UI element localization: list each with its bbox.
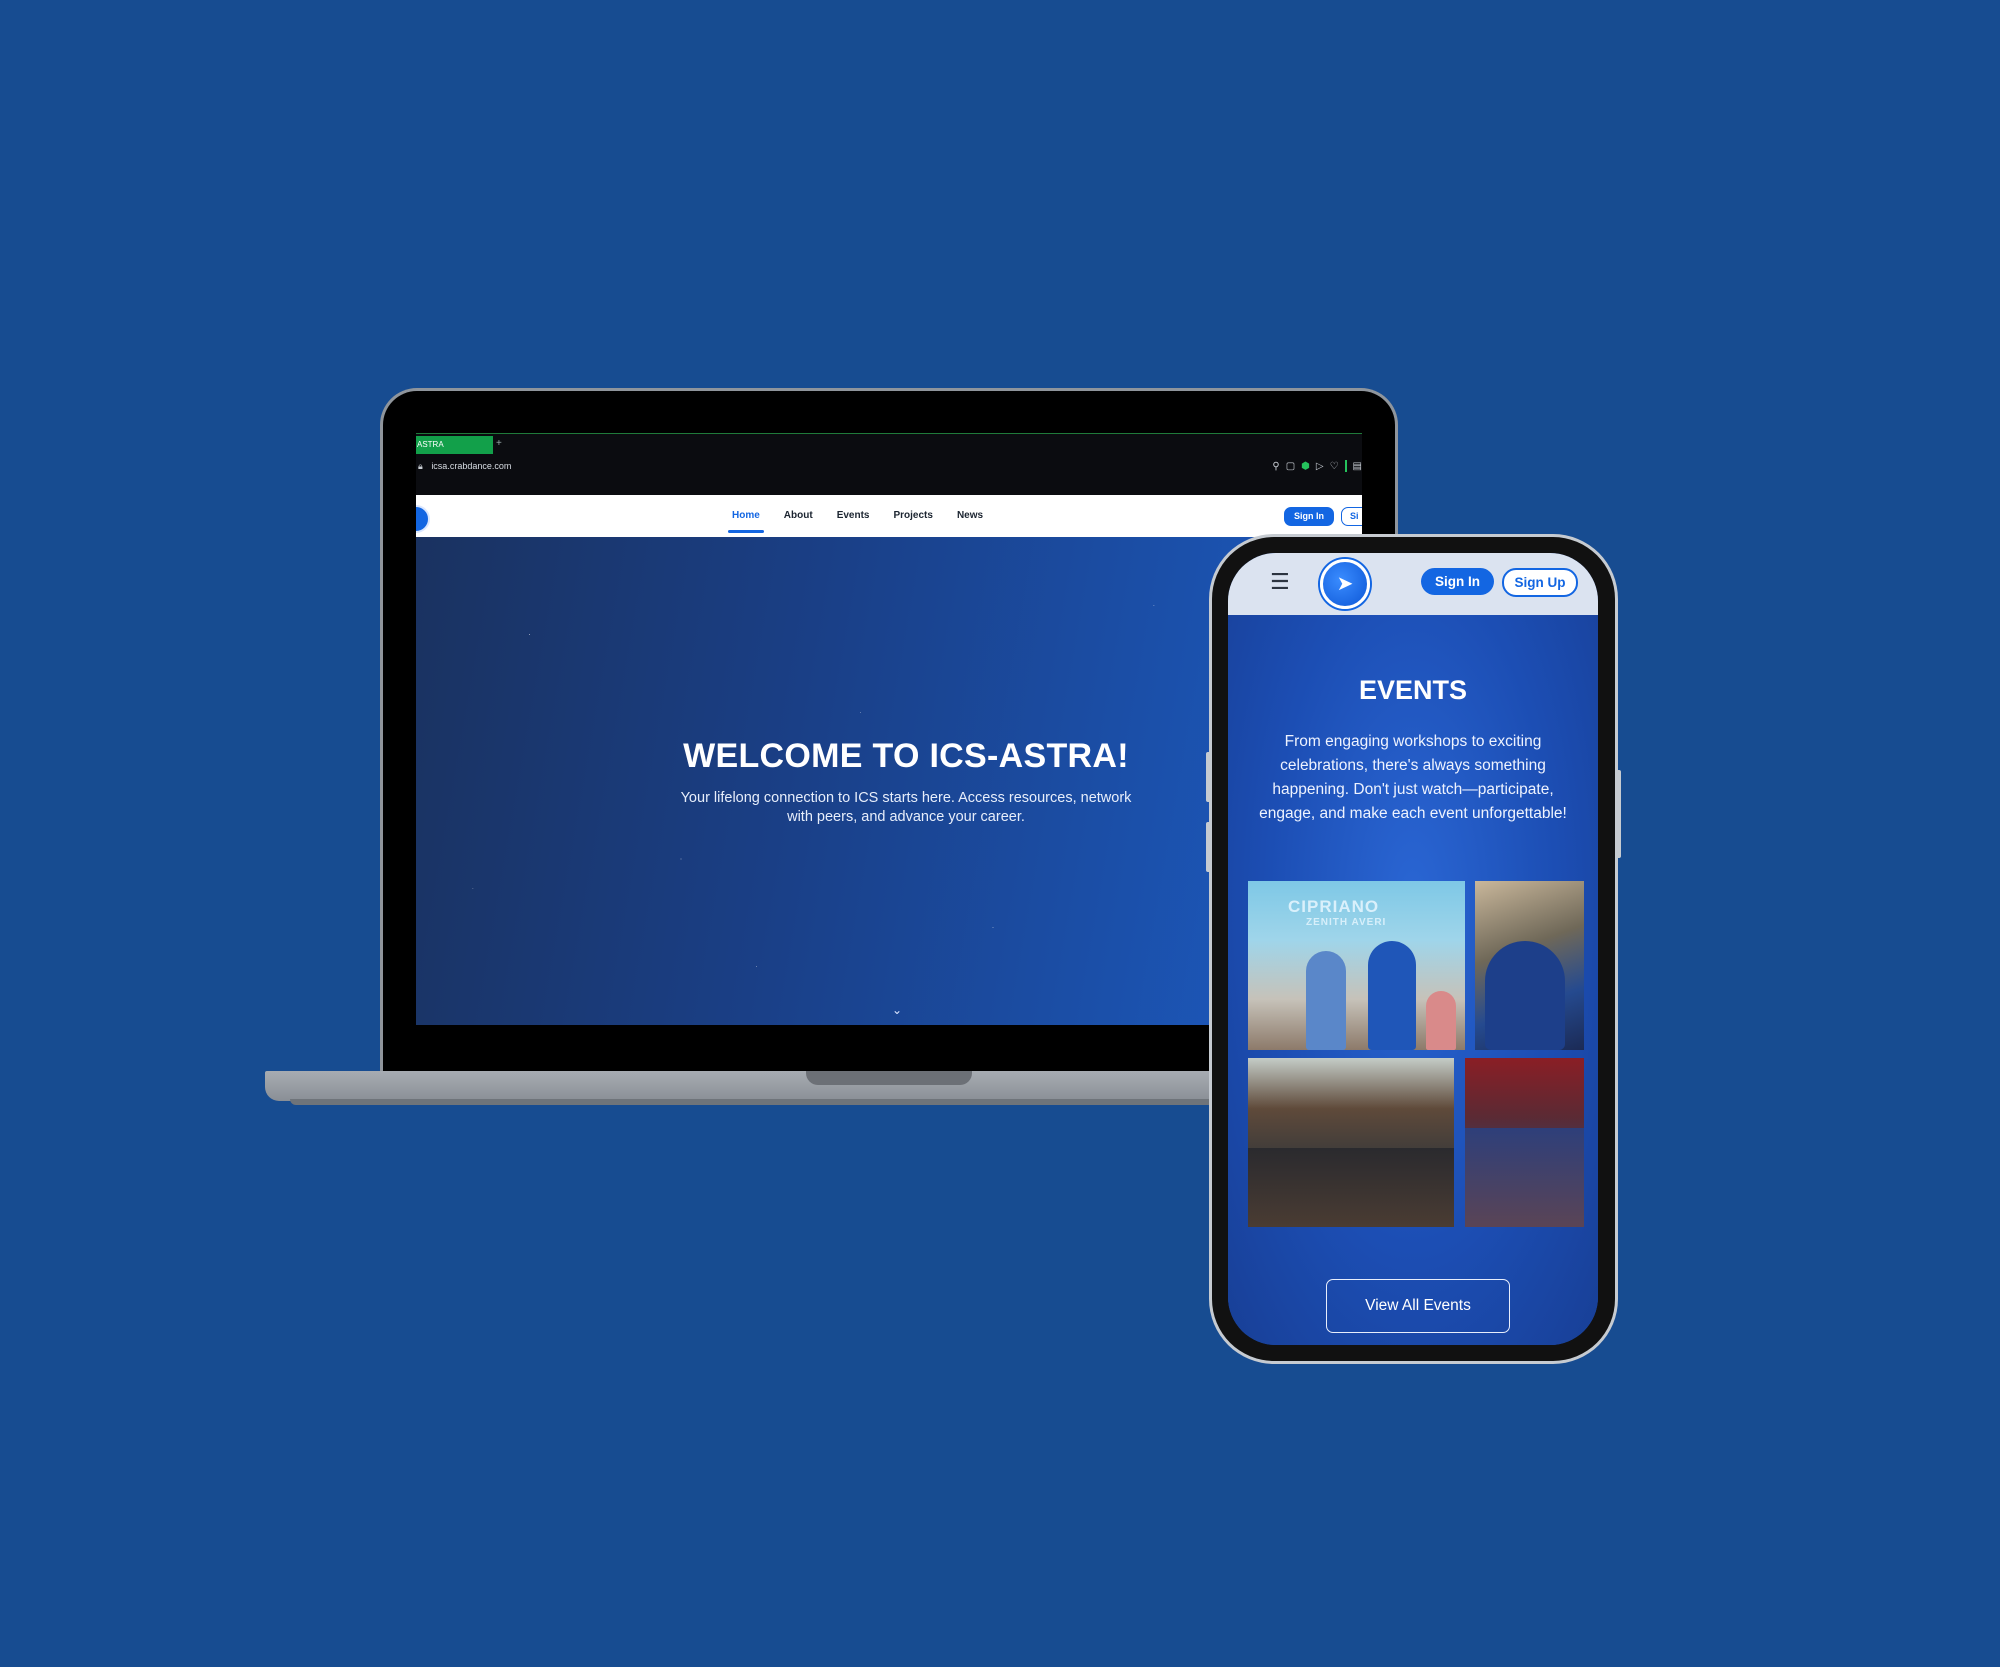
nav-about[interactable]: About [772,495,825,537]
browser-tab[interactable]: ASTRA [416,436,493,454]
url-text: icsa.crabdance.com [431,461,512,471]
events-description-line: From engaging workshops to exciting [1284,733,1542,750]
event-photo[interactable]: CIPRIANO ZENITH AVERI [1248,881,1465,1050]
hero-subtitle-line: with peers, and advance your career. [787,809,1025,825]
play-icon[interactable]: ▷ [1316,461,1324,472]
hero-subtitle-line: Your lifelong connection to ICS starts h… [680,790,1132,806]
event-photo[interactable] [1465,1058,1584,1227]
events-section: EVENTS From engaging workshops to exciti… [1228,615,1598,1345]
nav-home[interactable]: Home [720,495,772,537]
events-description-line: engage, and make each event unforgettabl… [1259,805,1567,822]
photo-crowd [1465,1128,1584,1227]
view-all-events-button[interactable]: View All Events [1326,1279,1510,1333]
chevron-down-icon[interactable]: ⌄ [892,1003,902,1017]
phone-volume-button [1206,752,1211,802]
logo-icon[interactable] [416,505,430,533]
square-icon[interactable]: ▢ [1286,461,1295,472]
browser-extension-icons: ⚲ ▢ ⬢ ▷ ♡ ▤ [1272,458,1362,474]
plus-icon[interactable]: + [496,438,502,449]
nav-projects[interactable]: Projects [881,495,944,537]
events-description-line: celebrations, there's always something [1280,757,1546,774]
hamburger-icon[interactable]: ☰ [1270,571,1290,593]
photo-person [1368,941,1416,1050]
rocket-icon[interactable]: ➤ [1320,559,1370,609]
heart-icon[interactable]: ♡ [1330,461,1339,472]
nav-news[interactable]: News [945,495,995,537]
lock-icon: 🔒︎ [418,461,423,471]
signin-button[interactable]: Sign In [1284,507,1334,526]
photo-person [1306,951,1346,1050]
phone-power-button [1616,770,1621,858]
event-photo[interactable] [1475,881,1584,1050]
sidebar-icon[interactable]: ▤ [1353,461,1362,472]
events-title: EVENTS [1358,675,1468,705]
site-navbar: Home About Events Projects News Sign In … [416,495,1362,537]
photo-sign-text: CIPRIANO [1288,897,1380,916]
divider [1344,460,1347,472]
photo-crowd [1248,1148,1454,1227]
events-description-line: happening. Don't just watch—participate, [1272,781,1554,798]
pin-icon[interactable]: ⚲ [1272,461,1279,472]
signup-button[interactable]: Sign Up [1502,568,1578,597]
photo-person [1485,941,1565,1050]
laptop-notch [806,1071,972,1085]
events-description: From engaging workshops to exciting cele… [1258,730,1568,826]
browser-chrome: ASTRA + 🔒︎ icsa.crabdance.com ⚲ ▢ ⬢ ▷ ♡ … [416,433,1362,496]
signup-button[interactable]: Si [1341,507,1362,526]
photo-flowers [1426,991,1456,1050]
phone-volume-button [1206,822,1211,872]
nav-events[interactable]: Events [825,495,882,537]
phone-screen: ☰ ➤ Sign In Sign Up EVENTS From engaging… [1228,553,1598,1345]
phone-header: ☰ ➤ Sign In Sign Up [1228,553,1598,615]
hero-subtitle: Your lifelong connection to ICS starts h… [656,789,1156,827]
shield-icon[interactable]: ⬢ [1301,461,1310,472]
address-bar[interactable]: 🔒︎ icsa.crabdance.com [418,458,511,474]
nav-links: Home About Events Projects News [720,495,995,537]
event-photo[interactable] [1248,1058,1454,1227]
signin-button[interactable]: Sign In [1421,568,1494,595]
photo-sign-text: ZENITH AVERI [1306,917,1387,928]
